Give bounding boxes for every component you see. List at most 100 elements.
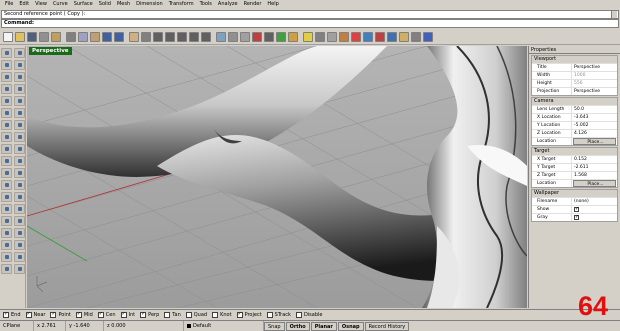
options-icon[interactable] (411, 31, 421, 42)
curve-icon[interactable] (14, 96, 25, 106)
hide-icon[interactable] (1, 252, 12, 262)
pan-icon[interactable] (129, 31, 139, 42)
rotate-view-icon[interactable] (141, 31, 151, 42)
mesh-icon[interactable] (14, 144, 25, 154)
join-icon[interactable] (1, 156, 12, 166)
menu-edit[interactable]: Edit (16, 0, 32, 9)
polygon-icon[interactable] (1, 96, 12, 106)
text-icon[interactable] (14, 228, 25, 238)
osnap-checkbox[interactable] (3, 311, 9, 318)
row-value-field[interactable]: 556 (572, 80, 617, 87)
array-icon[interactable] (14, 216, 25, 226)
menu-analyze[interactable]: Analyze (215, 0, 241, 9)
open-icon[interactable] (15, 31, 25, 42)
line-icon[interactable] (1, 60, 12, 70)
dimension-icon[interactable] (1, 228, 12, 238)
row-value-field[interactable]: Perspective (572, 64, 617, 71)
target-place-button[interactable]: Place... (573, 180, 616, 187)
snap-toggle[interactable]: Snap (264, 321, 285, 331)
osnap-strack[interactable]: STrack (266, 311, 291, 318)
osnap-checkbox[interactable] (75, 311, 82, 318)
row-value-field[interactable]: -3.643 (572, 114, 617, 121)
osnap-project[interactable]: Project (236, 311, 262, 318)
hide-icon[interactable] (276, 31, 286, 42)
color-wheel-icon[interactable] (351, 31, 361, 42)
rectangle-icon[interactable] (14, 84, 25, 94)
row-value-field[interactable]: 1.568 (572, 172, 617, 179)
menu-tools[interactable]: Tools (197, 0, 215, 9)
command-history-scrollbar[interactable] (611, 11, 617, 18)
wallpaper-filename-field[interactable]: (none) (572, 198, 617, 205)
environment-icon[interactable] (387, 31, 397, 42)
osnap-checkbox[interactable] (25, 311, 32, 318)
osnap-checkbox[interactable] (164, 311, 171, 318)
osnap-point[interactable]: Point (50, 311, 71, 318)
light-icon[interactable] (303, 31, 313, 42)
osnap-checkbox[interactable] (120, 311, 127, 318)
row-value-field[interactable]: Perspective (572, 88, 617, 95)
menu-file[interactable]: File (2, 0, 16, 9)
undo-icon[interactable] (102, 31, 112, 42)
menu-transform[interactable]: Transform (166, 0, 197, 9)
render-icon[interactable] (14, 240, 25, 250)
grid-icon[interactable] (240, 31, 250, 42)
command-line[interactable]: Command: (1, 19, 619, 28)
ellipse-icon[interactable] (1, 84, 12, 94)
print-icon[interactable] (39, 31, 49, 42)
zoom-all-icon[interactable] (201, 31, 211, 42)
osnap-checkbox[interactable] (295, 311, 302, 318)
split-icon[interactable] (14, 168, 25, 178)
offset-icon[interactable] (14, 108, 25, 118)
osnap-mid[interactable]: Mid (75, 311, 93, 318)
perspective-viewport[interactable]: Perspective (27, 46, 527, 308)
move-icon[interactable] (1, 192, 12, 202)
polyline-icon[interactable] (14, 60, 25, 70)
wireframe-icon[interactable] (315, 31, 325, 42)
layer-icon[interactable] (252, 31, 262, 42)
lock-icon[interactable] (288, 31, 298, 42)
osnap-quad[interactable]: Quad (185, 311, 207, 318)
help-icon[interactable] (423, 31, 433, 42)
osnap-perp[interactable]: Perp (140, 311, 159, 318)
row-value-field[interactable]: 50.0 (572, 106, 617, 113)
camera-place-button[interactable]: Place... (573, 138, 616, 145)
unlock-icon[interactable] (14, 264, 25, 274)
scale-icon[interactable] (14, 204, 25, 214)
gray-checkbox[interactable] (574, 214, 579, 221)
properties-icon[interactable] (399, 31, 409, 42)
menu-render[interactable]: Render (241, 0, 265, 9)
osnap-checkbox[interactable] (97, 311, 104, 318)
circle-icon[interactable] (1, 72, 12, 82)
rotate-icon[interactable] (1, 204, 12, 214)
osnap-checkbox[interactable] (50, 311, 57, 318)
material-icon[interactable] (363, 31, 373, 42)
osnap-checkbox[interactable] (212, 311, 219, 318)
fillet-icon[interactable] (1, 108, 12, 118)
explode-icon[interactable] (14, 156, 25, 166)
analyze-icon[interactable] (1, 240, 12, 250)
surface-icon[interactable] (14, 120, 25, 130)
menu-surface[interactable]: Surface (71, 0, 96, 9)
osnap-cen[interactable]: Cen (97, 311, 116, 318)
osnap-checkbox[interactable] (140, 311, 147, 318)
zoom-selected-icon[interactable] (189, 31, 199, 42)
row-value-field[interactable]: 1000 (572, 72, 617, 79)
menu-curve[interactable]: Curve (50, 0, 71, 9)
osnap-knot[interactable]: Knot (212, 311, 232, 318)
osnap-checkbox[interactable] (185, 311, 192, 318)
osnap-toggle[interactable]: Osnap (337, 321, 364, 331)
sphere-icon[interactable] (14, 132, 25, 142)
osnap-near[interactable]: Near (25, 311, 45, 318)
ungroup-icon[interactable] (14, 180, 25, 190)
record-history-toggle[interactable]: Record History (364, 321, 410, 331)
osnap-checkbox[interactable] (266, 311, 273, 318)
osnap-int[interactable]: Int (120, 311, 135, 318)
row-value-field[interactable]: 4.126 (572, 130, 617, 137)
osnap-disable[interactable]: Disable (295, 311, 323, 318)
select-icon[interactable] (1, 48, 12, 58)
save-icon[interactable] (27, 31, 37, 42)
arc-icon[interactable] (14, 72, 25, 82)
four-views-icon[interactable] (216, 31, 226, 42)
ortho-toggle[interactable]: Ortho (285, 321, 310, 331)
point-icon[interactable] (14, 48, 25, 58)
